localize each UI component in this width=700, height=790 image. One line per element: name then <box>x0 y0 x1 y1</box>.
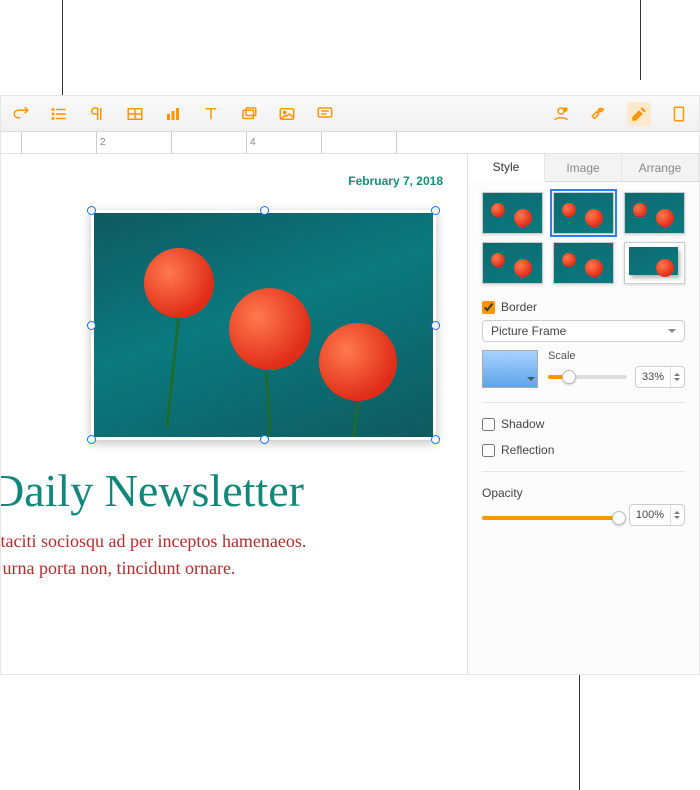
resize-handle[interactable] <box>431 435 440 444</box>
stepper-down[interactable] <box>671 377 684 387</box>
border-type-dropdown[interactable]: Picture Frame <box>482 320 685 342</box>
pages-window: + 2 4 February 7, 2018 <box>0 95 700 675</box>
image-styles-grid <box>482 192 685 284</box>
ruler-mark <box>21 132 25 154</box>
border-checkbox[interactable] <box>482 301 495 314</box>
table-icon[interactable] <box>125 104 145 124</box>
paragraph-icon[interactable] <box>87 104 107 124</box>
document-title[interactable]: Daily Newsletter <box>1 464 304 517</box>
comment-icon[interactable] <box>315 104 335 124</box>
text-icon[interactable] <box>201 104 221 124</box>
inspector-tabs: Style Image Arrange <box>468 154 699 182</box>
collaborate-icon[interactable]: + <box>551 104 571 124</box>
redo-icon[interactable] <box>11 104 31 124</box>
border-type-value: Picture Frame <box>491 324 566 338</box>
shadow-checkbox[interactable] <box>482 418 495 431</box>
resize-handle[interactable] <box>260 435 269 444</box>
ruler-mark <box>171 132 175 154</box>
opacity-value: 100% <box>630 509 670 521</box>
ruler-mark <box>321 132 325 154</box>
style-thumb[interactable] <box>482 242 543 284</box>
border-checkbox-row: Border <box>482 300 685 314</box>
scale-label: Scale <box>548 350 685 362</box>
selected-image[interactable] <box>91 210 436 440</box>
opacity-field[interactable]: 100% <box>629 504 685 526</box>
resize-handle[interactable] <box>87 206 96 215</box>
tab-image[interactable]: Image <box>545 154 622 181</box>
stepper-up[interactable] <box>671 367 684 377</box>
tab-style[interactable]: Style <box>468 154 545 182</box>
style-thumb[interactable] <box>553 242 614 284</box>
chart-icon[interactable] <box>163 104 183 124</box>
ruler-mark: 2 <box>96 132 106 154</box>
format-icon[interactable] <box>627 102 651 126</box>
media-icon[interactable] <box>277 104 297 124</box>
reflection-checkbox[interactable] <box>482 444 495 457</box>
toolbar: + <box>1 96 699 132</box>
opacity-label: Opacity <box>482 486 685 500</box>
border-label: Border <box>501 300 537 314</box>
ruler-mark <box>396 132 400 154</box>
body-line: t taciti sociosqu ad per inceptos hamena… <box>1 528 447 555</box>
style-thumb[interactable] <box>624 192 685 234</box>
format-inspector: Style Image Arrange Border <box>467 154 699 674</box>
scale-field[interactable]: 33% <box>635 366 685 388</box>
ruler-mark: 4 <box>246 132 256 154</box>
resize-handle[interactable] <box>431 206 440 215</box>
list-icon[interactable] <box>49 104 69 124</box>
tools-icon[interactable] <box>589 104 609 124</box>
style-thumb[interactable] <box>624 242 685 284</box>
reflection-checkbox-row: Reflection <box>482 443 685 457</box>
shadow-checkbox-row: Shadow <box>482 417 685 431</box>
inspector-body: Border Picture Frame Scale 3 <box>468 182 699 536</box>
stepper-up[interactable] <box>671 505 684 515</box>
resize-handle[interactable] <box>87 321 96 330</box>
document-icon[interactable] <box>669 104 689 124</box>
photo-content <box>91 210 436 440</box>
body-line: s urna porta non, tincidunt ornare. <box>1 555 447 582</box>
svg-text:+: + <box>564 108 566 112</box>
shape-icon[interactable] <box>239 104 259 124</box>
style-thumb[interactable] <box>482 192 543 234</box>
reflection-label: Reflection <box>501 443 554 457</box>
tab-arrange[interactable]: Arrange <box>622 154 699 181</box>
document-date: February 7, 2018 <box>348 174 443 188</box>
resize-handle[interactable] <box>431 321 440 330</box>
scale-slider[interactable] <box>548 375 627 379</box>
resize-handle[interactable] <box>87 435 96 444</box>
document-body[interactable]: t taciti sociosqu ad per inceptos hamena… <box>1 528 447 582</box>
scale-value: 33% <box>636 371 670 383</box>
opacity-slider[interactable] <box>482 516 619 520</box>
opacity-section: Opacity 100% <box>482 486 685 526</box>
frame-preview-dropdown[interactable] <box>482 350 538 388</box>
style-thumb[interactable] <box>553 192 614 234</box>
border-scale-row: Scale 33% <box>482 350 685 388</box>
shadow-label: Shadow <box>501 417 544 431</box>
resize-handle[interactable] <box>260 206 269 215</box>
document-canvas[interactable]: February 7, 2018 Daily <box>1 154 467 674</box>
stepper-down[interactable] <box>671 515 684 525</box>
ruler[interactable]: 2 4 <box>1 132 699 154</box>
